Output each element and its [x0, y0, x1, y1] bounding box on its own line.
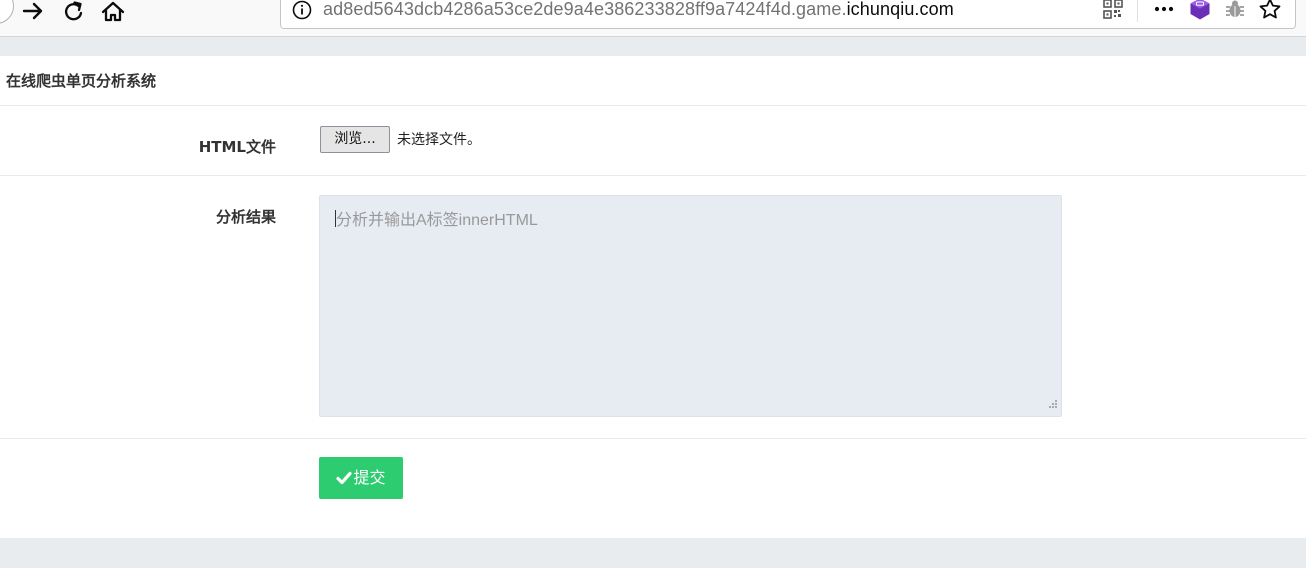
home-button[interactable] [99, 0, 127, 26]
file-row-divider [0, 175, 1306, 176]
url-text[interactable]: ad8ed5643dcb4286a53ce2de9a4e386233828ff9… [323, 0, 954, 21]
qr-code-icon[interactable] [1103, 0, 1123, 23]
resize-grip-icon[interactable] [1048, 394, 1058, 413]
result-row-divider [0, 438, 1306, 439]
info-icon[interactable] [291, 0, 313, 25]
submit-label: 提交 [353, 468, 386, 487]
result-placeholder: 分析并输出A标签innerHTML [336, 212, 538, 229]
result-textarea[interactable]: 分析并输出A标签innerHTML [319, 195, 1062, 417]
browse-button[interactable]: 浏览... [320, 126, 390, 153]
check-icon [336, 459, 353, 501]
extension-icon[interactable] [1188, 0, 1212, 25]
forward-icon [22, 2, 43, 20]
submit-button[interactable]: 提交 [319, 457, 403, 499]
browser-toolbar: ad8ed5643dcb4286a53ce2de9a4e386233828ff9… [0, 0, 1306, 37]
back-button[interactable] [0, 0, 14, 24]
analysis-panel: 在线爬虫单页分析系统 HTML文件 浏览... 未选择文件。 分析结果 分析并输… [0, 56, 1306, 538]
home-icon [101, 1, 125, 22]
reload-button[interactable] [60, 0, 88, 26]
bug-icon[interactable] [1224, 0, 1246, 24]
page-title: 在线爬虫单页分析系统 [6, 72, 157, 90]
address-bar[interactable]: ad8ed5643dcb4286a53ce2de9a4e386233828ff9… [280, 0, 1296, 29]
bookmark-star-icon[interactable] [1258, 0, 1282, 25]
url-separator [1137, 0, 1138, 22]
reload-icon [64, 1, 83, 21]
html-file-label: HTML文件 [198, 138, 276, 156]
result-label: 分析结果 [215, 208, 276, 226]
more-icon[interactable] [1153, 0, 1175, 23]
url-host: ichunqiu.com [846, 0, 954, 19]
forward-button[interactable] [20, 0, 48, 26]
file-status-text: 未选择文件。 [397, 132, 481, 148]
title-divider [0, 105, 1306, 106]
url-subdomain: ad8ed5643dcb4286a53ce2de9a4e386233828ff9… [323, 0, 847, 19]
